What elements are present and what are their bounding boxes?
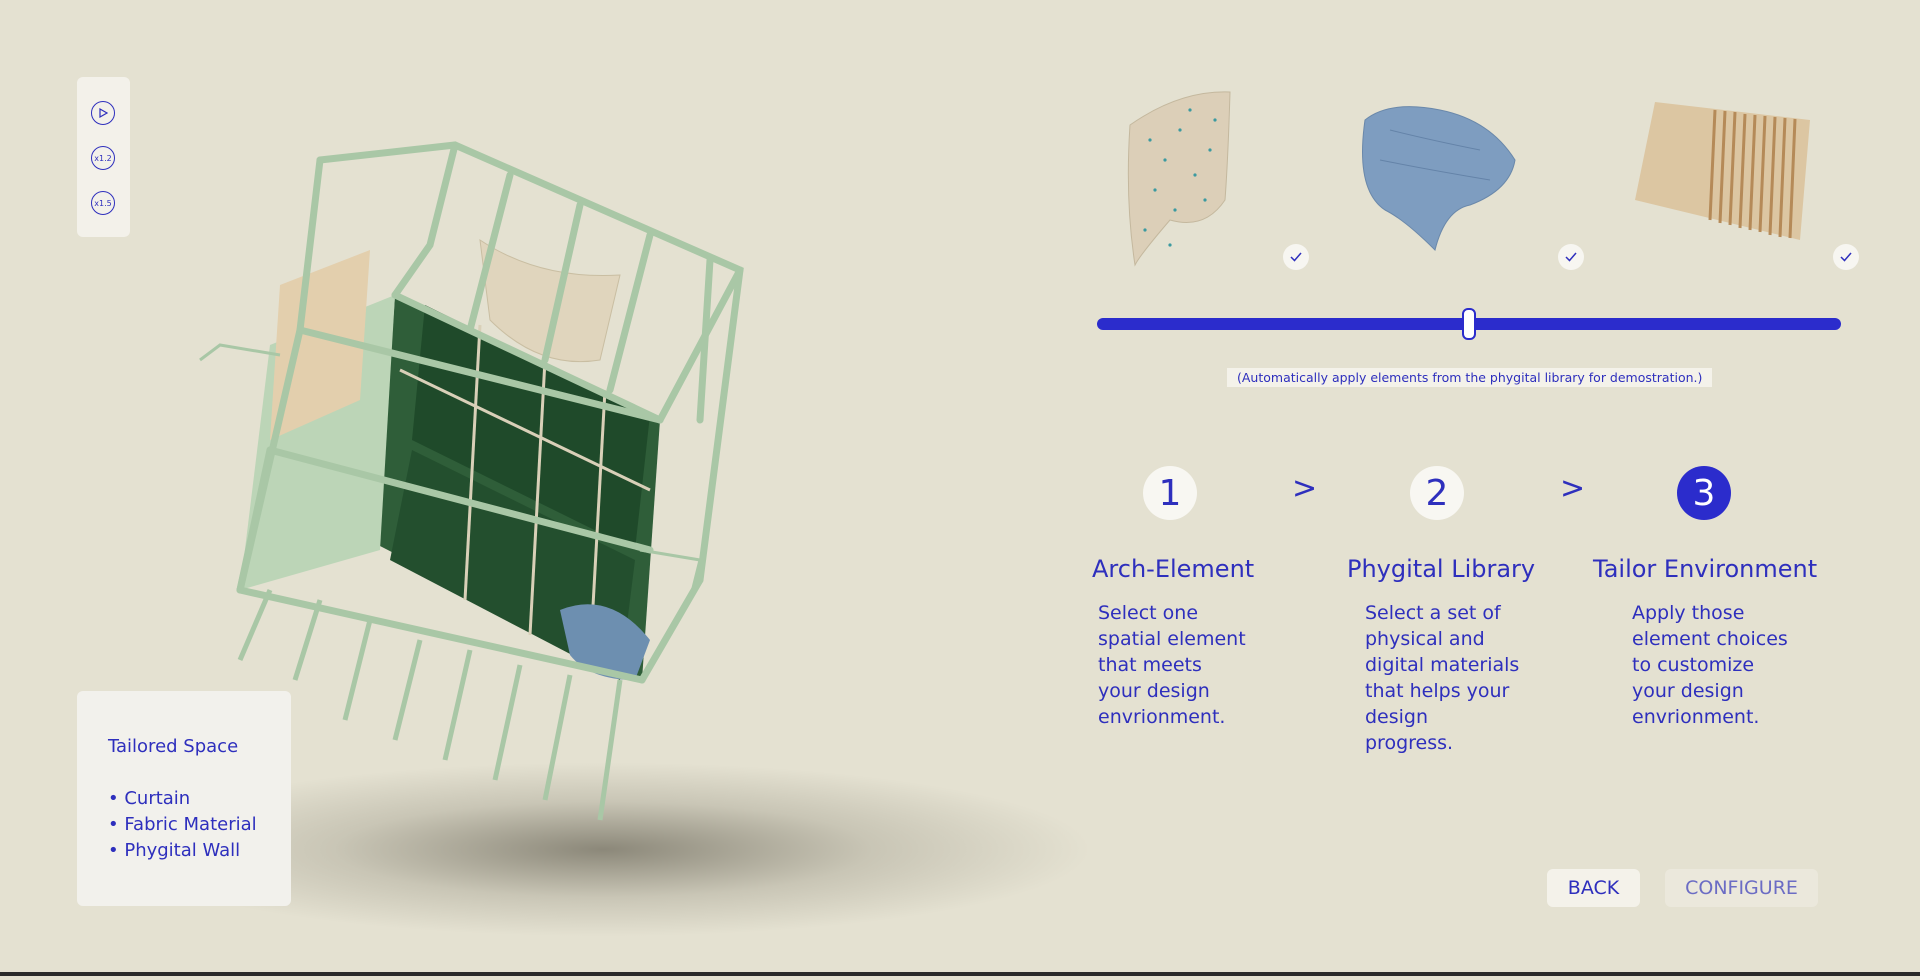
wood-panel-image [1635,102,1810,240]
step-2-description: Select a set of physical and digital mat… [1365,602,1520,754]
card-title: Tailored Space [108,736,239,757]
demo-slider-handle[interactable] [1462,308,1476,340]
wood-panel-check[interactable] [1833,244,1859,270]
step-separator: > [1560,471,1586,506]
play-icon [99,108,108,118]
blue-fabric-image [1362,106,1516,251]
check-icon [1840,252,1852,262]
step-2-circle: 2 [1410,466,1464,520]
card-item-curtain: • Curtain [108,788,191,809]
check-icon [1290,252,1302,262]
speed-1-2-button[interactable]: x1.2 [91,146,115,170]
card-item-wall: • Phygital Wall [108,840,241,861]
tailored-space-card: Tailored Space • Curtain • Fabric Materi… [77,691,291,906]
check-icon [1565,252,1577,262]
card-item-fabric: • Fabric Material [108,814,257,835]
window-bottom-edge [0,972,1920,976]
back-button[interactable]: BACK [1547,869,1640,907]
material-wood-panel[interactable] [1630,80,1830,280]
configure-button[interactable]: CONFIGURE [1665,869,1818,907]
step-2-title: Phygital Library [1347,555,1536,583]
step-3-description: Apply those element choices to customize… [1632,602,1788,728]
material-blue-fabric[interactable] [1350,80,1550,280]
building-model[interactable] [180,120,920,840]
speed-label: x1.2 [94,153,112,163]
step-3-title: Tailor Environment [1593,555,1818,583]
step-1-title: Arch-Element [1092,555,1255,583]
speed-1-5-button[interactable]: x1.5 [91,191,115,215]
step-1-circle: 1 [1143,466,1197,520]
speckled-fabric-image [1127,91,1231,267]
play-button[interactable] [91,101,115,125]
playback-controls: x1.2 x1.5 [77,77,130,237]
speed-label: x1.5 [94,198,112,208]
material-speckled-fabric[interactable] [1110,80,1310,280]
demo-note: (Automatically apply elements from the p… [1227,368,1713,387]
step-3-circle: 3 [1677,466,1731,520]
step-1-description: Select one spatial element that meets yo… [1098,602,1246,728]
step-separator: > [1292,471,1318,506]
blue-fabric-check[interactable] [1558,244,1584,270]
speckled-fabric-check[interactable] [1283,244,1309,270]
